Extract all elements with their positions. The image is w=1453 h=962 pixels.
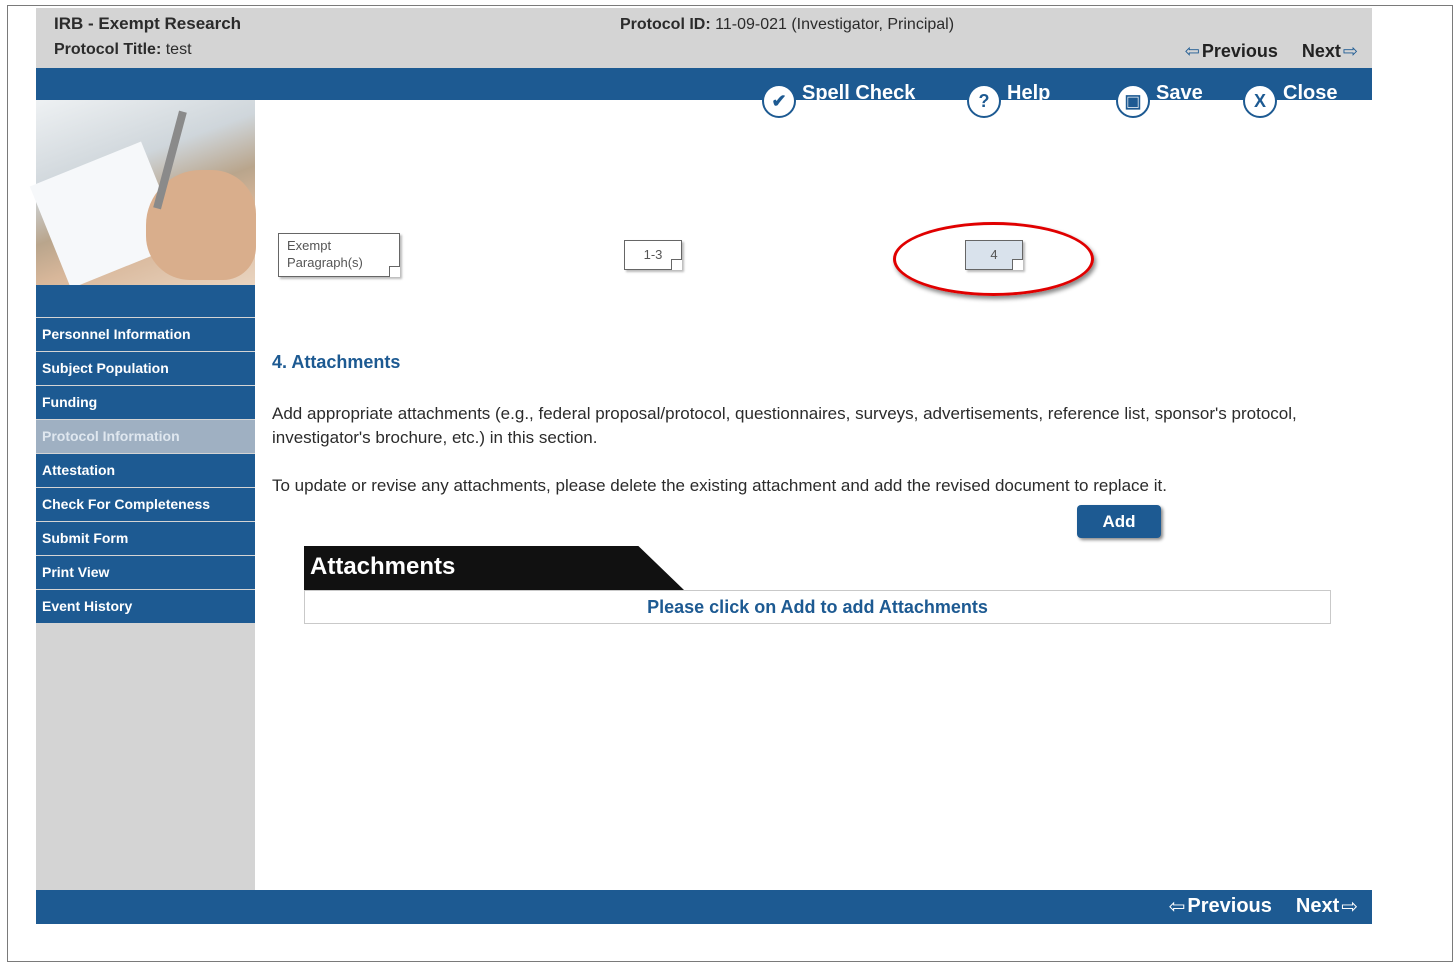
protocol-id-value: 11-09-021 (Investigator, Principal) [715,16,955,33]
tab-exempt-line2: Paragraph(s) [287,255,363,270]
app-title: IRB - Exempt Research [54,14,242,33]
help-label: Help [1007,81,1051,104]
sidebar-item-personnel-information[interactable]: Personnel Information [36,318,255,351]
spell-check-button[interactable]: ✔ Spell Check [762,72,915,118]
save-label: Save [1156,81,1203,104]
top-next-link[interactable]: Next ⇨ [1302,41,1358,62]
highlight-ring [893,222,1094,296]
attachments-table: Please click on Add to add Attachments [304,590,1331,624]
close-icon: X [1243,84,1277,118]
page-fold-icon [389,266,400,277]
sidebar-item-submit-form[interactable]: Submit Form [36,522,255,555]
protocol-id-label: Protocol ID: [620,16,711,33]
arrow-left-icon: ⇦ [1168,896,1186,918]
tab-1-3-label: 1-3 [643,247,663,262]
protocol-id: Protocol ID: 11-09-021 (Investigator, Pr… [620,16,954,34]
arrow-right-icon: ⇨ [1341,896,1358,918]
top-previous-label: Previous [1201,41,1278,61]
help-icon: ? [967,84,1001,118]
bottom-pagination: ⇦ Previous Next ⇨ [1169,894,1358,919]
bottom-next-label: Next [1295,895,1340,917]
top-pagination: ⇦ Previous Next ⇨ [1185,41,1358,62]
help-button[interactable]: ? Help [967,72,1050,118]
sidebar-item-event-history[interactable]: Event History [36,590,255,623]
top-previous-link[interactable]: ⇦ Previous [1185,41,1278,62]
sidebar-item-check-for-completeness[interactable]: Check For Completeness [36,488,255,521]
tab-1-3[interactable]: 1-3 [624,240,682,270]
sidebar-item-funding[interactable]: Funding [36,386,255,419]
attachments-header: Attachments [304,546,684,590]
protocol-title: Protocol Title: test [54,41,192,59]
add-button[interactable]: Add [1077,505,1161,538]
sidebar-item-print-view[interactable]: Print View [36,556,255,589]
bottom-previous-link[interactable]: ⇦ Previous [1169,894,1272,919]
save-icon: ▣ [1116,84,1150,118]
spell-check-label: Spell Check [802,81,916,104]
tab-exempt-line1: Exempt [287,238,332,253]
close-button[interactable]: X Close [1243,72,1337,118]
protocol-title-label: Protocol Title: [54,41,162,58]
form-header: IRB - Exempt Research Protocol Title: te… [36,8,1372,68]
sidebar-menu: Personnel Information Subject Population F… [36,318,255,624]
bottom-next-link[interactable]: Next ⇨ [1296,894,1358,919]
header-photo [29,100,256,289]
instructions-paragraph: Add appropriate attachments (e.g., feder… [272,404,1297,447]
sidebar-strip [36,285,255,317]
arrow-right-icon: ⇨ [1342,41,1358,61]
sidebar-item-attestation[interactable]: Attestation [36,454,255,487]
top-next-label: Next [1301,41,1341,61]
protocol-title-value: test [165,41,192,58]
page-fold-icon [671,259,682,270]
save-button[interactable]: ▣ Save [1116,72,1203,118]
attachments-header-label: Attachments [310,553,456,580]
section-title: 4. Attachments [272,352,401,372]
sidebar-item-protocol-information[interactable]: Protocol Information [36,420,255,453]
sidebar-item-subject-population[interactable]: Subject Population [36,352,255,385]
close-label: Close [1283,81,1338,104]
tab-exempt-paragraphs[interactable]: Exempt Paragraph(s) [278,233,400,277]
arrow-left-icon: ⇦ [1184,41,1200,61]
attachments-empty-message: Please click on Add to add Attachments [647,596,988,617]
checkmark-icon: ✔ [762,84,796,118]
bottom-previous-label: Previous [1187,895,1272,917]
footer-bar: ⇦ Previous Next ⇨ [36,890,1372,924]
update-instructions: To update or revise any attachments, ple… [272,476,1167,495]
